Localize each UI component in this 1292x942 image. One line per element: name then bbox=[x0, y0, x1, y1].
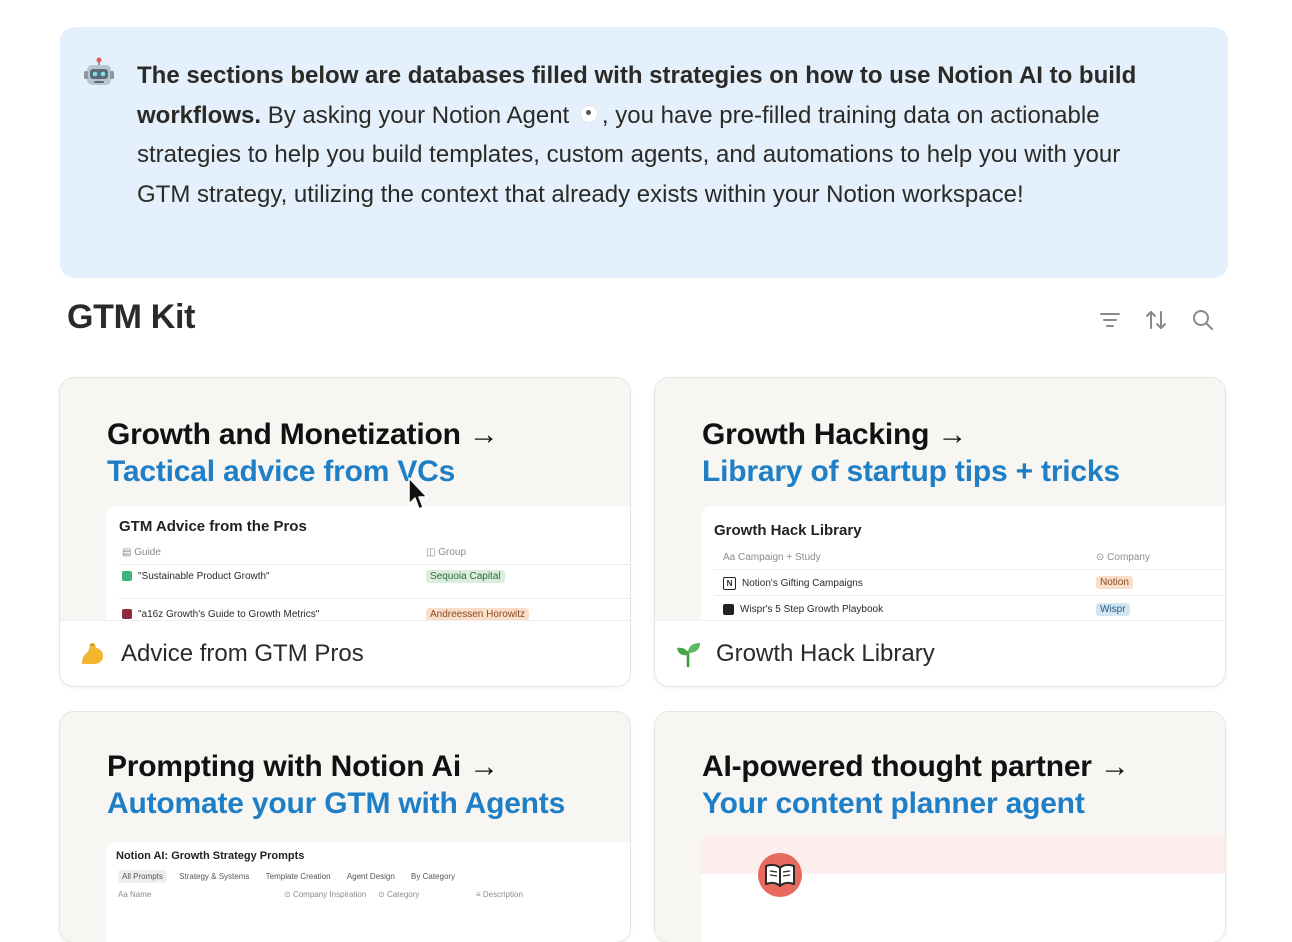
card-footer-label: Advice from GTM Pros bbox=[121, 640, 364, 667]
card-subheading: Library of startup tips + tricks bbox=[702, 455, 1120, 488]
card-growth-hacking[interactable]: Growth Hacking → Library of startup tips… bbox=[655, 378, 1225, 686]
preview-tab: Strategy & Systems bbox=[179, 872, 250, 881]
card-heading: AI-powered thought partner → bbox=[702, 750, 1130, 783]
divider bbox=[119, 598, 630, 599]
card-growth-monetization[interactable]: Growth and Monetization → Tactical advic… bbox=[60, 378, 630, 686]
card-footer: Growth Hack Library bbox=[655, 620, 1225, 686]
seedling-icon bbox=[677, 643, 700, 668]
divider bbox=[714, 569, 1225, 570]
info-callout: The sections below are databases filled … bbox=[60, 27, 1228, 278]
preview-tab: By Category bbox=[411, 872, 456, 881]
preview-column-header: ⊙ Category bbox=[378, 890, 420, 899]
preview-row: "a16z Growth's Guide to Growth Metrics" bbox=[122, 609, 319, 620]
card-subheading: Tactical advice from VCs bbox=[107, 455, 456, 488]
preview-tab: All Prompts bbox=[118, 870, 167, 883]
notion-agent-icon bbox=[579, 105, 598, 124]
preview-row: N Notion's Gifting Campaigns bbox=[723, 577, 863, 590]
card-subheading: Your content planner agent bbox=[702, 787, 1085, 820]
card-ai-thought-partner[interactable]: AI-powered thought partner → Your conten… bbox=[655, 712, 1225, 942]
robot-icon bbox=[84, 57, 114, 85]
preview-column-header: ▤ Guide bbox=[122, 547, 161, 558]
flexed-biceps-icon bbox=[82, 642, 103, 664]
preview-column-header: ⊙ Company bbox=[1096, 552, 1150, 563]
card-footer: Advice from GTM Pros bbox=[60, 620, 630, 686]
preview-tag: Sequoia Capital bbox=[426, 570, 505, 583]
database-preview: Growth Hack Library Aa Campaign + Study … bbox=[701, 506, 1225, 620]
preview-row: "Sustainable Product Growth" bbox=[122, 571, 270, 582]
card-footer-label: Growth Hack Library bbox=[716, 640, 935, 667]
card-subheading: Automate your GTM with Agents bbox=[107, 787, 566, 820]
card-heading: Growth and Monetization → bbox=[107, 418, 499, 451]
sort-icon[interactable] bbox=[1143, 307, 1169, 333]
search-icon[interactable] bbox=[1190, 307, 1216, 333]
preview-column-header: ⊙ Company Inspiration bbox=[284, 890, 367, 899]
divider bbox=[119, 564, 630, 565]
callout-text-part1: By asking your Notion Agent bbox=[261, 101, 576, 129]
preview-column-header: Aa Name bbox=[118, 890, 152, 899]
preview-column-header: ≡ Description bbox=[476, 890, 523, 899]
preview-tag: Notion bbox=[1096, 576, 1133, 589]
preview-tag: Wispr bbox=[1096, 603, 1130, 616]
preview-column-header: Aa Campaign + Study bbox=[723, 552, 821, 563]
preview-column-header: ◫ Group bbox=[426, 547, 467, 558]
preview-title: Notion AI: Growth Strategy Prompts bbox=[116, 850, 305, 862]
database-preview: GTM Advice from the Pros ▤ Guide ◫ Group… bbox=[106, 506, 630, 620]
card-heading: Growth Hacking → bbox=[702, 418, 968, 451]
preview-tab: Template Creation bbox=[265, 872, 331, 881]
preview-tab: Agent Design bbox=[346, 872, 395, 881]
preview-tag: Andreessen Horowitz bbox=[426, 608, 530, 620]
database-preview bbox=[701, 834, 1225, 942]
preview-row: Wispr's 5 Step Growth Playbook bbox=[723, 604, 883, 615]
section-title: GTM Kit bbox=[67, 298, 196, 336]
card-heading: Prompting with Notion Ai → bbox=[107, 750, 499, 783]
database-preview: Notion AI: Growth Strategy Prompts All P… bbox=[106, 842, 630, 942]
mouse-cursor-icon bbox=[408, 477, 428, 510]
preview-title: Growth Hack Library bbox=[714, 522, 862, 539]
filter-icon[interactable] bbox=[1097, 307, 1123, 333]
preview-tabs: All Prompts Strategy & Systems Template … bbox=[118, 870, 456, 883]
card-prompting-notion-ai[interactable]: Prompting with Notion Ai → Automate your… bbox=[60, 712, 630, 942]
callout-text: The sections below are databases filled … bbox=[137, 56, 1177, 214]
divider bbox=[714, 595, 1225, 596]
preview-title: GTM Advice from the Pros bbox=[119, 518, 307, 535]
open-book-icon bbox=[758, 853, 802, 897]
